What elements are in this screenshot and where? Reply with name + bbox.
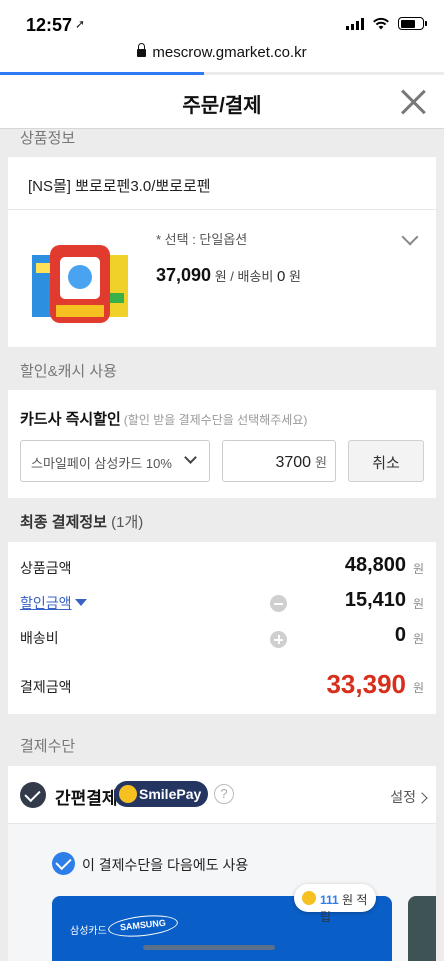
cancel-discount-button[interactable]: 취소 <box>348 440 424 482</box>
payment-method-card: 간편결제 SmilePay ? 설정 이 결제수단을 다음에도 사용 삼성카드 … <box>8 766 436 961</box>
smile-face-icon <box>119 785 137 803</box>
lock-icon <box>137 43 147 57</box>
shipping-value: 0 <box>394 624 406 646</box>
url-bar[interactable]: mescrow.gmarket.co.kr <box>0 43 444 72</box>
product-image <box>32 245 128 323</box>
samsung-logo: SAMSUNG <box>107 912 179 940</box>
card-discount-hint: (할인 받을 결제수단을 선택해주세요) <box>123 413 308 427</box>
easy-pay-body: 이 결제수단을 다음에도 사용 삼성카드 SAMSUNG 111 원 적립 <box>8 824 436 961</box>
signal-icon <box>346 17 364 30</box>
minus-circle-icon <box>270 595 287 612</box>
discount-card: 카드사 즉시할인 (할인 받을 결제수단을 선택해주세요) 스마일페이 삼성카드 … <box>8 390 436 498</box>
close-icon[interactable] <box>400 89 426 115</box>
subtotal-label: 상품금액 <box>20 560 72 576</box>
status-time: 12:57 <box>26 15 73 35</box>
final-payment-card: 상품금액 48,800 원 할인금액 15,410 원 배송비 0 원 결제금액… <box>8 542 436 714</box>
wifi-icon <box>373 17 389 30</box>
selected-card: 스마일페이 삼성카드 10% <box>31 456 172 471</box>
help-icon[interactable]: ? <box>214 784 234 804</box>
discount-amount-link: 할인금액 <box>20 595 72 611</box>
card-issuer: 삼성카드 <box>70 926 107 937</box>
product-name: [NS몰] 뽀로로펜3.0/뽀로로펜 <box>28 178 211 195</box>
product-price: 37,090 <box>156 265 212 285</box>
shipping-unit: 원 <box>412 632 424 646</box>
status-icons <box>346 17 427 30</box>
home-indicator <box>143 945 275 950</box>
discount-row-label[interactable]: 할인금액 <box>20 593 87 613</box>
page-header: 주문/결제 <box>0 75 444 129</box>
easy-pay-header: 간편결제 SmilePay ? 설정 <box>8 766 436 824</box>
discount-unit: 원 <box>412 597 424 611</box>
subtotal-value: 48,800 <box>344 554 406 576</box>
plus-circle-icon <box>270 631 287 648</box>
payment-method-label: 결제수단 <box>20 738 76 755</box>
final-payment-title: 최종 결제정보 (1개) <box>20 511 143 532</box>
points-badge: 111 원 적립 <box>294 884 376 924</box>
price-unit: 원 / 배송비 <box>214 269 274 284</box>
settings-link[interactable]: 설정 <box>390 787 428 807</box>
item-count: (1개) <box>111 514 144 531</box>
status-bar: 12:57 ➚ <box>0 0 444 44</box>
triangle-down-icon <box>74 599 87 606</box>
shipping-unit: 원 <box>288 269 301 284</box>
product-price-line: 37,090 원 / 배송비 0 원 <box>156 265 301 286</box>
total-value: 33,390 <box>326 669 406 699</box>
product-option: * 선택 : 단일옵션 <box>156 232 248 247</box>
chevron-down-icon[interactable] <box>401 228 419 246</box>
next-card[interactable] <box>408 896 436 961</box>
final-payment-heading: 최종 결제정보 <box>20 514 107 531</box>
product-card: [NS몰] 뽀로로펜3.0/뽀로로펜 * 선택 : 단일옵션 37,090 원 … <box>8 157 436 347</box>
page-title: 주문/결제 <box>182 95 262 117</box>
discount-amount: 3700 <box>275 454 312 471</box>
card-discount-title: 카드사 즉시할인 (할인 받을 결제수단을 선택해주세요) <box>20 408 307 429</box>
discount-value: 15,410 <box>344 589 406 611</box>
chevron-right-icon <box>416 792 428 804</box>
battery-icon <box>398 17 427 30</box>
product-section-label: 상품정보 <box>20 130 76 147</box>
coin-icon <box>302 891 316 905</box>
card-discount-select[interactable]: 스마일페이 삼성카드 10% <box>20 440 210 482</box>
card-discount-heading: 카드사 즉시할인 <box>20 411 121 428</box>
smilepay-logo: SmilePay <box>114 781 208 807</box>
chevron-down-icon <box>184 451 197 464</box>
reuse-label: 이 결제수단을 다음에도 사용 <box>82 857 249 873</box>
reuse-checkbox[interactable] <box>52 852 75 875</box>
discount-amount-input[interactable]: 3700 원 <box>222 440 336 482</box>
subtotal-unit: 원 <box>412 562 424 576</box>
shipping-label: 배송비 <box>20 630 59 646</box>
discount-amount-unit: 원 <box>315 455 327 470</box>
total-label: 결제금액 <box>20 679 72 695</box>
divider <box>8 209 436 210</box>
total-unit: 원 <box>412 681 424 695</box>
settings-label: 설정 <box>390 789 416 805</box>
url-text: mescrow.gmarket.co.kr <box>152 44 307 61</box>
check-icon[interactable] <box>20 782 46 808</box>
easy-pay-title: 간편결제 <box>55 789 118 808</box>
shipping-fee: 0 <box>277 268 286 285</box>
discount-section-label: 할인&캐시 사용 <box>20 363 117 380</box>
location-arrow-icon: ➚ <box>75 17 86 31</box>
points-value: 111 <box>320 893 339 907</box>
smilepay-label: SmilePay <box>139 786 202 802</box>
